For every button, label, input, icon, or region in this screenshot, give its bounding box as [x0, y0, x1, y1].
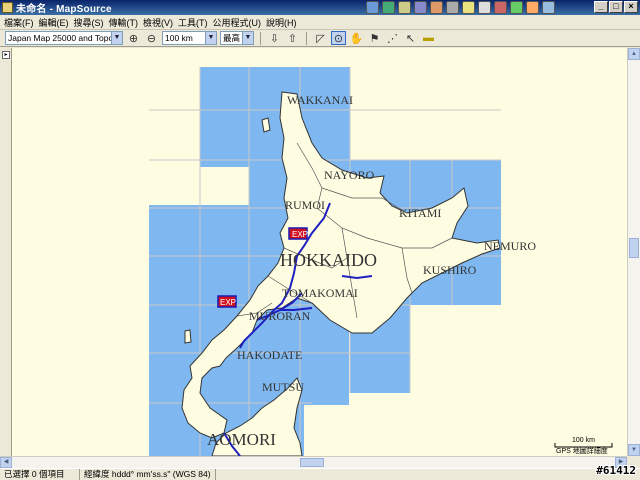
- selection-tool-icon[interactable]: ↖: [403, 31, 418, 45]
- scroll-up-icon[interactable]: ▲: [628, 48, 640, 60]
- route-tool-icon[interactable]: ⋰: [385, 31, 400, 45]
- measure-tool-icon[interactable]: ▬: [421, 31, 436, 45]
- send-to-device-icon[interactable]: ⇩: [267, 31, 282, 45]
- zoom-out-icon[interactable]: ⊖: [144, 31, 159, 45]
- map-tool-icon[interactable]: ◸: [313, 31, 328, 45]
- exp-badge-2-text: EXP: [220, 298, 236, 307]
- scale-bar: 100 km GPS 地圖詳細度: [554, 437, 613, 455]
- watermark: #61412: [596, 464, 636, 477]
- map-product-select[interactable]: Japan Map 25000 and Topo v1 ▼: [5, 31, 123, 45]
- horizontal-scroll-thumb[interactable]: [300, 458, 324, 467]
- app-icon: [2, 2, 13, 13]
- detail-select[interactable]: 最高 ▼: [220, 31, 254, 45]
- zoom-tool-icon[interactable]: ⊙: [331, 31, 346, 45]
- menu-file[interactable]: 檔案(F): [3, 16, 38, 29]
- detail-value: 最高: [223, 33, 241, 43]
- rebun-island: [261, 117, 271, 133]
- menu-utilities[interactable]: 公用程式(U): [212, 16, 266, 29]
- tray-icon[interactable]: [366, 1, 379, 14]
- vertical-scrollbar[interactable]: ▲ ▼: [627, 48, 640, 456]
- tray-icon[interactable]: [542, 1, 555, 14]
- label-hokkaido: HOKKAIDO: [280, 250, 377, 270]
- hand-tool-icon[interactable]: ✋: [349, 31, 364, 45]
- map-svg: EXP EXP WAKKANAI NAYORO RUMOI KITAMI NEM…: [149, 67, 613, 456]
- label-mutsu: MUTSU: [262, 380, 304, 394]
- tray-icon[interactable]: [446, 1, 459, 14]
- zoom-in-icon[interactable]: ⊕: [126, 31, 141, 45]
- status-bar: 已選擇 0 個項目 經緯度 hddd° mm'ss.s" (WGS 84): [0, 468, 640, 480]
- left-panel-strip: ▸: [0, 48, 12, 456]
- title-bar: 未命名 - MapSource _ □ ×: [0, 0, 640, 15]
- toolbar-separator: [260, 31, 261, 45]
- label-nemuro: NEMURO: [484, 239, 536, 253]
- maximize-button[interactable]: □: [609, 1, 623, 13]
- menu-tools[interactable]: 工具(T): [177, 16, 212, 29]
- horizontal-scrollbar[interactable]: ◀ ▶: [0, 456, 627, 468]
- scroll-down-icon[interactable]: ▼: [628, 444, 640, 456]
- scroll-left-icon[interactable]: ◀: [0, 457, 12, 468]
- label-kitami: KITAMI: [399, 206, 441, 220]
- exp-badge-1-text: EXP: [292, 230, 308, 239]
- map-area: ▸ EXP EXP WAKKANAI NAYORO RUMOI KITAMI N…: [0, 48, 640, 456]
- label-nayoro: NAYORO: [324, 168, 375, 182]
- tray-icon[interactable]: [398, 1, 411, 14]
- toolbar-separator: [306, 31, 307, 45]
- menu-transfer[interactable]: 傳輸(T): [108, 16, 143, 29]
- waypoint-tool-icon[interactable]: ⚑: [367, 31, 382, 45]
- tray-icon[interactable]: [478, 1, 491, 14]
- tray-icon[interactable]: [382, 1, 395, 14]
- menu-view[interactable]: 檢視(V): [142, 16, 177, 29]
- vertical-scroll-thumb[interactable]: [629, 238, 639, 258]
- chevron-down-icon[interactable]: ▼: [111, 32, 122, 44]
- chevron-down-icon[interactable]: ▼: [242, 32, 253, 44]
- status-selection: 已選擇 0 個項目: [0, 469, 80, 480]
- scale-select[interactable]: 100 km ▼: [162, 31, 217, 45]
- label-aomori: AOMORI: [207, 430, 276, 449]
- scale-value: 100 km: [165, 33, 193, 43]
- label-rumoi: RUMOI: [285, 198, 325, 212]
- menu-bar: 檔案(F) 編輯(E) 搜尋(S) 傳輸(T) 檢視(V) 工具(T) 公用程式…: [0, 15, 640, 30]
- tray-icon[interactable]: [462, 1, 475, 14]
- scale-bar-label: 100 km: [572, 437, 595, 444]
- label-kushiro: KUSHIRO: [423, 263, 477, 277]
- chevron-down-icon[interactable]: ▼: [205, 32, 216, 44]
- window-title: 未命名 - MapSource: [16, 4, 112, 15]
- minimize-button[interactable]: _: [594, 1, 608, 13]
- close-button[interactable]: ×: [624, 1, 638, 13]
- tray-icon[interactable]: [494, 1, 507, 14]
- tray-icon[interactable]: [430, 1, 443, 14]
- receive-from-device-icon[interactable]: ⇧: [285, 31, 300, 45]
- tray-icon[interactable]: [510, 1, 523, 14]
- status-coords: 經緯度 hddd° mm'ss.s" (WGS 84): [80, 469, 216, 480]
- menu-edit[interactable]: 編輯(E): [38, 16, 73, 29]
- map-canvas[interactable]: EXP EXP WAKKANAI NAYORO RUMOI KITAMI NEM…: [12, 48, 627, 456]
- okushiri-island: [184, 329, 192, 344]
- menu-help[interactable]: 說明(H): [265, 16, 301, 29]
- label-hakodate: HAKODATE: [237, 348, 302, 362]
- label-muroran: MURORAN: [249, 309, 311, 323]
- tray-icons: [366, 1, 555, 14]
- map-product-value: Japan Map 25000 and Topo v1: [8, 33, 111, 43]
- label-tomakomai: TOMAKOMAI: [282, 286, 358, 300]
- attribution-label: GPS 地圖詳細度: [556, 446, 608, 455]
- tray-icon[interactable]: [414, 1, 427, 14]
- toolbar: Japan Map 25000 and Topo v1 ▼ ⊕ ⊖ 100 km…: [0, 30, 640, 47]
- label-wakkanai: WAKKANAI: [287, 93, 353, 107]
- expand-panel-icon[interactable]: ▸: [2, 51, 10, 59]
- tray-icon[interactable]: [526, 1, 539, 14]
- menu-search[interactable]: 搜尋(S): [73, 16, 108, 29]
